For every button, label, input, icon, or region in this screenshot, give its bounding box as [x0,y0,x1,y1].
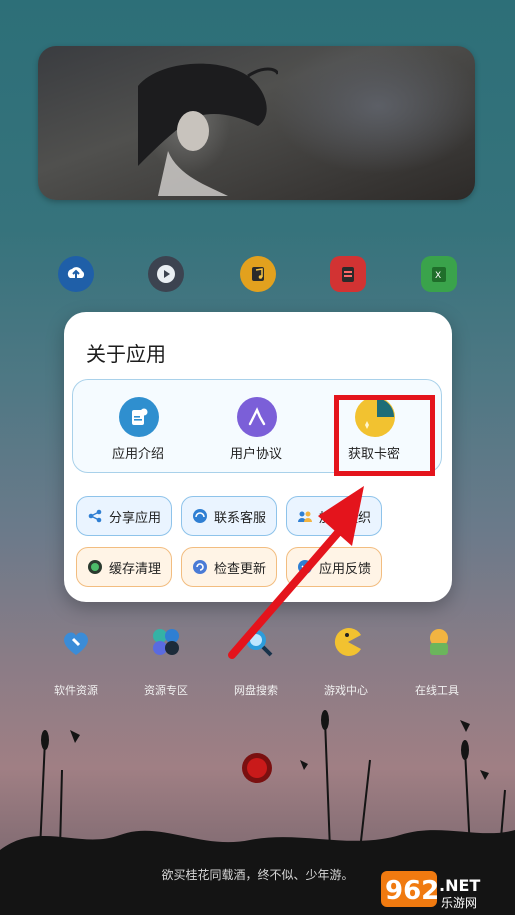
watermark-logo: 962 .NET 乐游网 [379,867,511,911]
svg-text:乐游网: 乐游网 [441,896,477,910]
svg-text:.NET: .NET [439,876,480,895]
pointer-arrow [228,486,364,659]
svg-text:962: 962 [385,876,439,906]
